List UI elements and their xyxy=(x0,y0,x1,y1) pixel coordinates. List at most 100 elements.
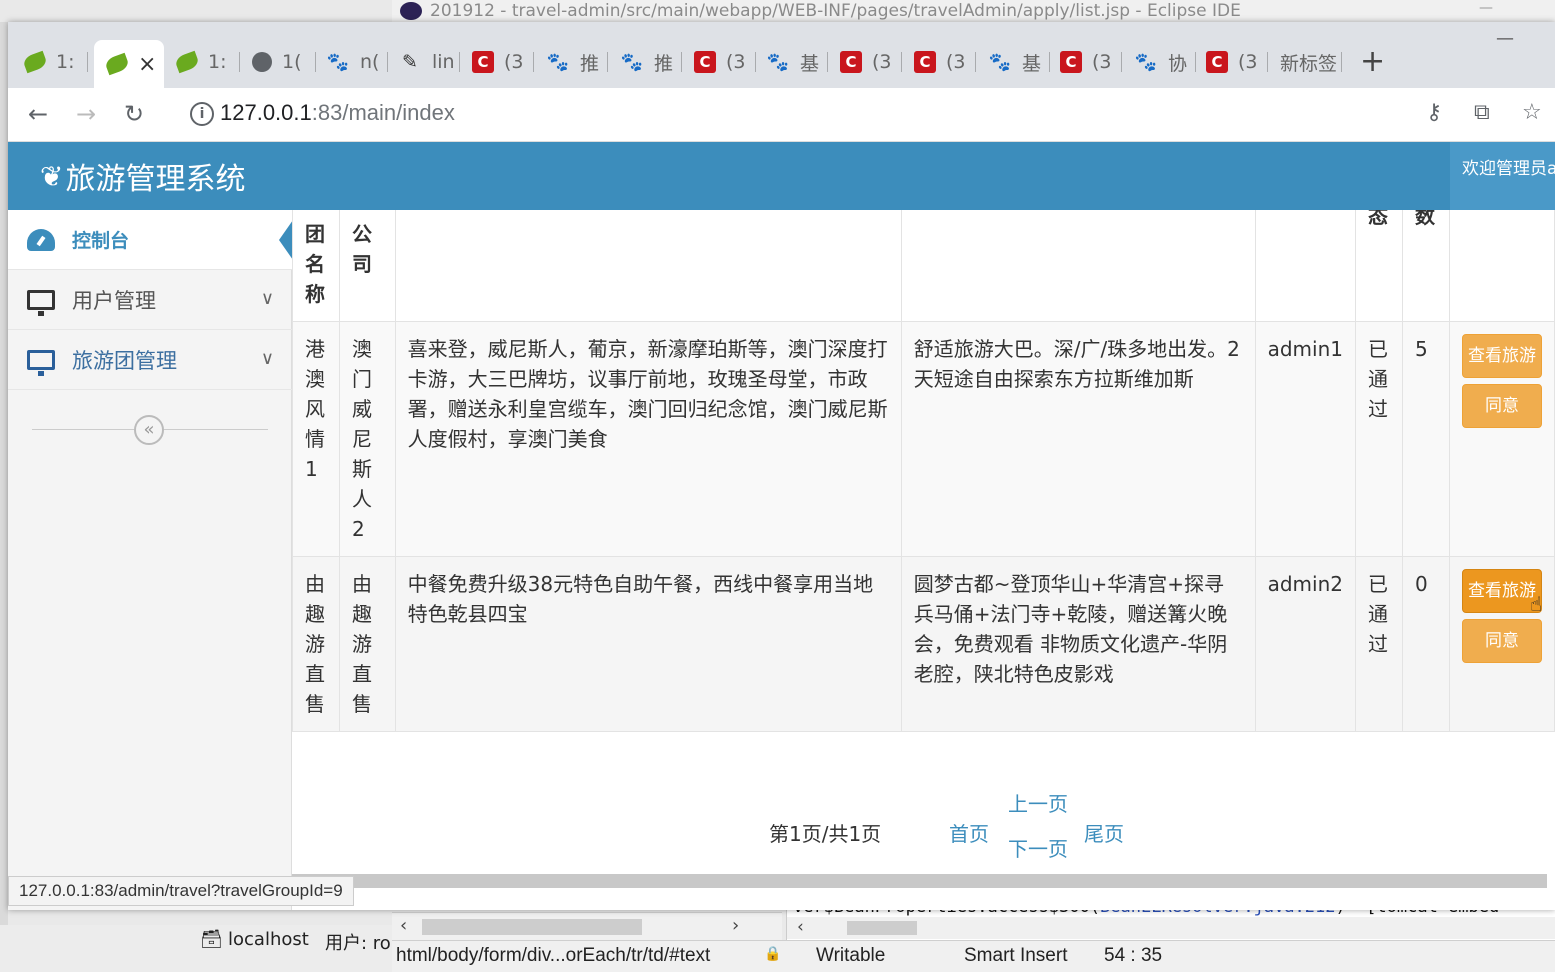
sidebar-item-label: 旅游团管理 xyxy=(72,348,177,373)
scroll-left-arrow-icon[interactable]: ‹ xyxy=(797,917,804,937)
chevron-down-icon: ∨ xyxy=(260,348,274,369)
scroll-right-arrow-icon[interactable]: › xyxy=(732,915,739,936)
app-header: ❦ 旅游管理系统 欢迎管理员a xyxy=(8,142,1555,210)
eclipse-minimize-button[interactable]: — xyxy=(1479,0,1493,16)
collapse-sidebar-button[interactable]: « xyxy=(134,415,164,445)
browser-toolbar: ← → ↻ i 127.0.0.1:83/main/index ⚷ ⧉ ☆ xyxy=(8,88,1555,142)
cell-text: 澳门威尼斯人2 xyxy=(352,337,372,541)
baidu-paw-icon: 🐾 xyxy=(1134,51,1158,73)
cell-intro: 圆梦古都~登顶华山+华清宫+探寻兵马俑+法门寺+乾陵，赠送篝火晚会，免费观看 非… xyxy=(900,556,1256,732)
baidu-paw-icon: 🐾 xyxy=(766,51,790,73)
tab-label: 1: xyxy=(208,51,227,73)
pagination: 第1页/共1页 首页 上一页 下一页 尾页 xyxy=(292,770,1555,870)
new-tab-button[interactable]: + xyxy=(1360,44,1385,80)
column-header-admin xyxy=(1254,210,1356,322)
app-title: 旅游管理系统 xyxy=(65,162,246,197)
translate-icon[interactable]: ⧉ xyxy=(1474,100,1490,125)
first-page-link[interactable]: 首页 xyxy=(949,818,989,847)
cell-text: 由趣游直售 xyxy=(305,572,325,716)
browser-tab[interactable]: C (3 xyxy=(914,44,976,80)
console-horizontal-scrollbar[interactable]: ‹ xyxy=(787,917,1555,939)
header-text: 数 xyxy=(1414,210,1435,228)
scrollbar-thumb[interactable] xyxy=(422,919,642,935)
browser-tab[interactable]: 1: xyxy=(24,44,88,80)
server-label[interactable]: localhost xyxy=(228,929,309,950)
url-path: :83/main/index xyxy=(311,100,455,125)
table-row: 港澳风情1 澳门威尼斯人2 喜来登，威尼斯人，葡京，新濠摩珀斯等，澳门深度打卡游… xyxy=(292,321,1555,557)
browser-tab-active[interactable]: × xyxy=(94,40,164,88)
leaf-icon: ❦ xyxy=(40,159,64,193)
sidebar-item-label: 用户管理 xyxy=(72,288,156,313)
reload-icon[interactable]: ↻ xyxy=(124,100,144,128)
eclipse-title: 201912 - travel-admin/src/main/webapp/WE… xyxy=(430,1,1241,21)
prev-page-link[interactable]: 上一页 xyxy=(1008,788,1068,817)
browser-tab[interactable]: C (3 xyxy=(472,44,534,80)
eclipse-left-panel xyxy=(0,22,8,972)
browser-tab[interactable]: C (3 xyxy=(840,44,902,80)
browser-tab[interactable]: 🐾 基 xyxy=(766,44,828,80)
eclipse-icon xyxy=(400,2,422,20)
content-horizontal-scrollbar[interactable] xyxy=(292,874,1547,888)
browser-tab[interactable]: 🐾 协 xyxy=(1134,44,1196,80)
baidu-paw-icon: 🐾 xyxy=(620,51,644,73)
scroll-left-arrow-icon[interactable]: ‹ xyxy=(400,915,407,936)
cell-company: 由趣游直售 xyxy=(339,556,396,732)
star-icon[interactable]: ☆ xyxy=(1522,100,1542,125)
browser-tab[interactable]: 新标签 xyxy=(1280,44,1342,80)
welcome-user[interactable]: 欢迎管理员a xyxy=(1450,142,1555,210)
column-header-description xyxy=(394,210,902,322)
view-tour-button[interactable]: 查看旅游 xyxy=(1461,334,1542,378)
tab-label: 协 xyxy=(1168,52,1188,75)
sidebar-item-dashboard[interactable]: 控制台 xyxy=(8,210,293,270)
baidu-paw-icon: 🐾 xyxy=(546,51,570,73)
csdn-icon: C xyxy=(694,51,716,73)
sidebar-item-user-management[interactable]: 用户管理 ∨ xyxy=(8,270,292,330)
app-logo[interactable]: ❦ 旅游管理系统 xyxy=(8,142,293,210)
back-arrow-icon[interactable]: ← xyxy=(28,100,48,128)
key-icon[interactable]: ⚷ xyxy=(1426,100,1442,125)
agree-button[interactable]: 同意 xyxy=(1461,384,1542,428)
browser-tab[interactable]: C (3 xyxy=(1060,44,1122,80)
cell-count: 5 xyxy=(1401,321,1450,557)
browser-tab[interactable]: ✎ lin xyxy=(398,44,460,80)
forward-arrow-icon[interactable]: → xyxy=(76,100,96,128)
csdn-icon: C xyxy=(1206,51,1228,73)
browser-tab[interactable]: C (3 xyxy=(694,44,756,80)
csdn-icon: C xyxy=(840,51,862,73)
tab-label: (3 xyxy=(504,51,524,73)
cell-text: 港澳风情1 xyxy=(305,337,325,481)
csdn-icon: C xyxy=(1060,51,1082,73)
next-page-link[interactable]: 下一页 xyxy=(1008,833,1068,862)
address-bar[interactable]: i 127.0.0.1:83/main/index ⚷ ⧉ ☆ xyxy=(176,96,1546,134)
agree-button[interactable]: 同意 xyxy=(1461,619,1542,663)
spring-leaf-icon xyxy=(176,50,201,74)
table-row: 由趣游直售 由趣游直售 中餐免费升级38元特色自助午餐，西线中餐享用当地特色乾县… xyxy=(292,556,1555,732)
cell-actions: 查看旅游 同意 xyxy=(1448,556,1555,732)
header-text: 团名称 xyxy=(305,222,325,306)
cell-status: 已通过 xyxy=(1354,556,1403,732)
browser-tab[interactable]: 1( xyxy=(252,44,316,80)
cell-company: 澳门威尼斯人2 xyxy=(339,321,396,557)
info-icon[interactable]: i xyxy=(190,102,214,126)
browser-tab[interactable]: C (3 xyxy=(1206,44,1268,80)
eclipse-status-bar: html/body/form/div...orEach/tr/td/#text … xyxy=(392,940,1555,972)
tab-label: (3 xyxy=(726,51,746,73)
column-header-actions xyxy=(1448,210,1555,322)
last-page-link[interactable]: 尾页 xyxy=(1084,818,1124,847)
minimize-button[interactable]: — xyxy=(1496,28,1514,49)
browser-tab[interactable]: 🐾 n( xyxy=(326,44,388,80)
sidebar-item-tour-group-management[interactable]: 旅游团管理 ∨ xyxy=(8,330,292,390)
editor-horizontal-scrollbar[interactable]: ‹ › xyxy=(392,912,782,940)
url-text[interactable]: 127.0.0.1:83/main/index xyxy=(220,100,455,126)
status-cursor-position: 54 : 35 xyxy=(1104,945,1163,966)
tab-label: (3 xyxy=(872,51,892,73)
browser-tab[interactable]: 1: xyxy=(176,44,240,80)
tab-close-icon[interactable]: × xyxy=(138,52,156,77)
browser-tab[interactable]: 🐾 推 xyxy=(546,44,608,80)
main-content: 团名称 公司 态 数 港澳风情1 澳门威尼斯人2 喜来登，威尼斯人，葡京，新濠摩… xyxy=(292,210,1555,896)
browser-tab[interactable]: 🐾 推 xyxy=(620,44,682,80)
csdn-icon: C xyxy=(914,51,936,73)
tab-label: (3 xyxy=(1092,51,1112,73)
browser-tab[interactable]: 🐾 基 xyxy=(988,44,1050,80)
scrollbar-thumb[interactable] xyxy=(847,921,917,935)
